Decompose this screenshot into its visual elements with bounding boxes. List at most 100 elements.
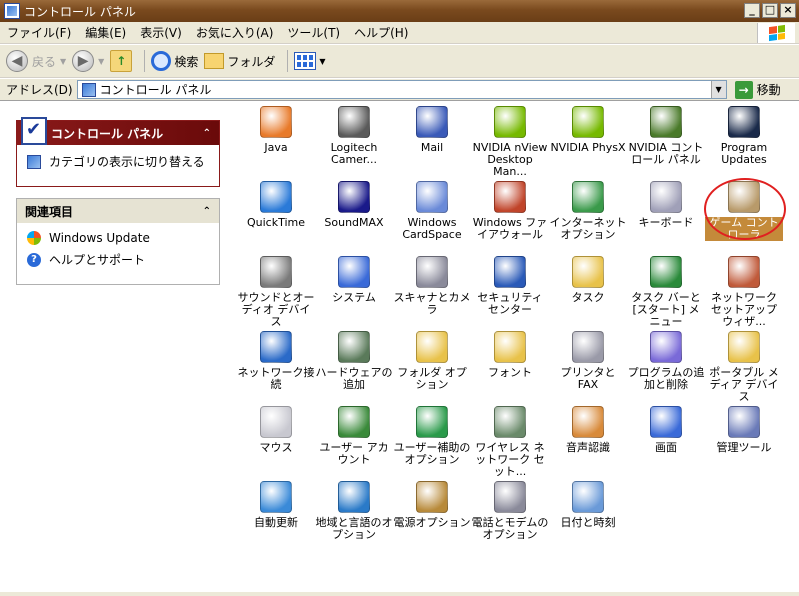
windows-flag-icon <box>768 24 785 42</box>
control-panel-item[interactable]: Program Updates <box>705 106 783 166</box>
up-button[interactable]: ↑ <box>110 50 133 72</box>
related-box-header[interactable]: 関連項目 ⌃ <box>17 199 219 223</box>
back-dropdown-icon[interactable]: ▼ <box>60 57 66 66</box>
control-panel-item[interactable]: タスク バーと [スタート] メニュー <box>627 256 705 328</box>
switch-to-category-view-link[interactable]: カテゴリの表示に切り替える <box>27 153 211 170</box>
back-button[interactable]: ◀ 戻る ▼ <box>6 50 66 72</box>
control-panel-item[interactable]: ユーザー アカウント <box>315 406 393 466</box>
item-label: 管理ツール <box>716 441 772 454</box>
control-panel-item[interactable]: プリンタと FAX <box>549 331 627 391</box>
switch-view-label: カテゴリの表示に切り替える <box>49 155 205 169</box>
control-panel-item[interactable]: 音声認識 <box>549 406 627 454</box>
address-input[interactable]: コントロール パネル ▼ <box>76 80 727 99</box>
maximize-button[interactable]: □ <box>762 3 778 18</box>
quicktime-icon <box>260 181 292 213</box>
control-panel-item[interactable]: セキュリティ センター <box>471 256 549 316</box>
control-panel-item[interactable]: ワイヤレス ネットワーク セット... <box>471 406 549 478</box>
nvidia-icon <box>572 106 604 138</box>
toolbar: ◀ 戻る ▼ ▶ ▼ ↑ 検索 フォルダ ▼ <box>0 45 799 78</box>
menu-favorites[interactable]: お気に入り(A) <box>189 24 281 41</box>
help-icon: ? <box>27 252 41 267</box>
item-label: 音声認識 <box>566 441 610 454</box>
control-panel-item[interactable]: キーボード <box>627 181 705 229</box>
views-button[interactable]: ▼ <box>294 52 326 70</box>
item-label: インターネット オプション <box>549 216 627 241</box>
scanner-camera-icon <box>416 256 448 288</box>
menu-help[interactable]: ヘルプ(H) <box>347 24 415 41</box>
control-panel-box-header[interactable]: コントロール パネル ⌃ <box>17 117 219 145</box>
cardspace-icon <box>416 181 448 213</box>
control-panel-item[interactable]: Logitech Camer... <box>315 106 393 166</box>
control-panel-item[interactable]: ネットワーク セットアップ ウィザ... <box>705 256 783 328</box>
control-panel-item[interactable]: Mail <box>393 106 471 154</box>
item-label: SoundMAX <box>324 216 384 229</box>
help-support-link[interactable]: ? ヘルプとサポート <box>27 251 211 268</box>
control-panel-item[interactable]: フォント <box>471 331 549 379</box>
internet-options-icon <box>572 181 604 213</box>
control-panel-item[interactable]: NVIDIA コントロール パネル <box>627 106 705 166</box>
menu-tools[interactable]: ツール(T) <box>280 24 347 41</box>
search-button[interactable]: 検索 <box>151 51 198 71</box>
forward-button[interactable]: ▶ ▼ <box>72 50 104 72</box>
item-label: マウス <box>259 441 293 454</box>
menu-edit[interactable]: 編集(E) <box>78 24 133 41</box>
control-panel-item[interactable]: QuickTime <box>237 181 315 229</box>
control-panel-item[interactable]: NVIDIA PhysX <box>549 106 627 154</box>
control-panel-item[interactable]: 画面 <box>627 406 705 454</box>
item-label: 電源オプション <box>393 516 471 529</box>
item-label: ポータブル メディア デバイス <box>709 366 779 403</box>
control-panel-box: コントロール パネル ⌃ カテゴリの表示に切り替える <box>16 117 220 187</box>
control-panel-item[interactable]: タスク <box>549 256 627 304</box>
item-label: 自動更新 <box>254 516 298 529</box>
item-label: ユーザー アカウント <box>319 441 389 466</box>
control-panel-item[interactable]: インターネット オプション <box>549 181 627 241</box>
control-panel-item[interactable]: 管理ツール <box>705 406 783 454</box>
control-panel-item[interactable]: サウンドとオーディオ デバイス <box>237 256 315 328</box>
control-panel-item[interactable]: プログラムの追加と削除 <box>627 331 705 391</box>
control-panel-item[interactable]: Java <box>237 106 315 154</box>
nvidia-control-icon <box>650 106 682 138</box>
control-panel-item[interactable]: ハードウェアの追加 <box>315 331 393 391</box>
menu-file[interactable]: ファイル(F) <box>0 24 78 41</box>
item-label: NVIDIA PhysX <box>550 141 626 154</box>
collapse-chevron-icon[interactable]: ⌃ <box>203 206 211 217</box>
folders-button[interactable]: フォルダ <box>204 53 275 70</box>
menu-view[interactable]: 表示(V) <box>133 24 189 41</box>
control-panel-item[interactable]: NVIDIA nView Desktop Man... <box>471 106 549 178</box>
control-panel-item[interactable]: ネットワーク接続 <box>237 331 315 391</box>
go-button[interactable]: → 移動 <box>734 80 781 99</box>
control-panel-item[interactable]: フォルダ オプション <box>393 331 471 391</box>
control-panel-item[interactable]: Windows CardSpace <box>393 181 471 241</box>
windows-update-link[interactable]: Windows Update <box>27 231 211 245</box>
item-label: ネットワーク接続 <box>237 366 315 391</box>
control-panel-item[interactable]: マウス <box>237 406 315 454</box>
sound-icon <box>260 256 292 288</box>
address-value: コントロール パネル <box>99 83 212 97</box>
control-panel-item[interactable]: スキャナとカメラ <box>393 256 471 316</box>
item-label: QuickTime <box>246 216 306 229</box>
control-panel-item[interactable]: システム <box>315 256 393 304</box>
control-panel-item[interactable]: 電話とモデムのオプション <box>471 481 549 541</box>
up-folder-icon: ↑ <box>110 50 133 72</box>
control-panel-item[interactable]: SoundMAX <box>315 181 393 229</box>
collapse-chevron-icon[interactable]: ⌃ <box>203 128 211 139</box>
forward-dropdown-icon[interactable]: ▼ <box>98 57 104 66</box>
soundmax-icon <box>338 181 370 213</box>
control-panel-item[interactable]: 自動更新 <box>237 481 315 529</box>
close-button[interactable]: × <box>780 3 796 18</box>
window-bottom-border <box>0 592 799 596</box>
control-panel-item[interactable]: 電源オプション <box>393 481 471 529</box>
control-panel-item[interactable]: ユーザー補助のオプション <box>393 406 471 466</box>
speech-icon <box>572 406 604 438</box>
control-panel-item[interactable]: 地域と言語のオプション <box>315 481 393 541</box>
control-panel-check-icon <box>21 117 47 145</box>
control-panel-item[interactable]: ポータブル メディア デバイス <box>705 331 783 403</box>
minimize-button[interactable]: _ <box>744 3 760 18</box>
item-label: Windows ファイアウォール <box>472 216 548 241</box>
address-dropdown-icon[interactable]: ▼ <box>710 81 726 98</box>
related-box: 関連項目 ⌃ Windows Update ? ヘルプとサポート <box>16 198 220 285</box>
item-label: ユーザー補助のオプション <box>393 441 471 466</box>
control-panel-item[interactable]: 日付と時刻 <box>549 481 627 529</box>
go-arrow-icon: → <box>734 80 753 99</box>
control-panel-item[interactable]: Windows ファイアウォール <box>471 181 549 241</box>
